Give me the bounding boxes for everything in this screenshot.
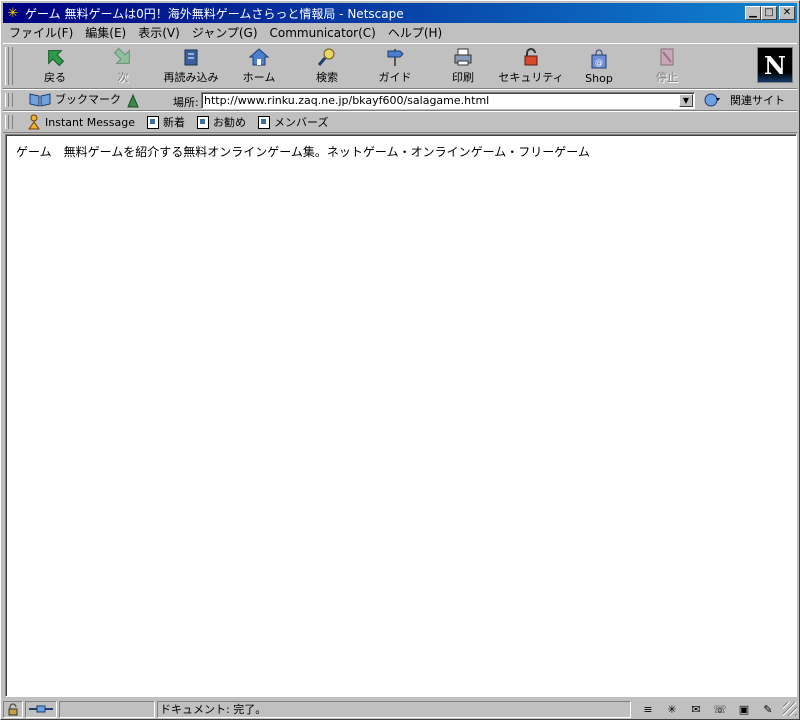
navigation-toolbar: 戻る 次 再読み込み ホーム 検索 ガイド 印刷 セキュリティ @ Shop 停… <box>3 43 797 89</box>
related-sites-button[interactable]: 関連サイト <box>703 92 785 108</box>
netscape-page-icon: ✳ <box>7 5 19 21</box>
stop-button[interactable]: 停止 <box>633 46 701 88</box>
personal-toolbar: Instant Message 新着 お勧め メンバーズ <box>3 111 797 133</box>
related-sites-label: 関連サイト <box>730 94 785 107</box>
home-button[interactable]: ホーム <box>225 46 293 88</box>
search-label: 検索 <box>316 71 338 84</box>
menu-help[interactable]: ヘルプ(H) <box>382 24 448 41</box>
bookmarks-button[interactable]: ブックマーク <box>29 91 121 107</box>
url-field[interactable]: http://www.rinku.zaq.ne.jp/bkayf600/sala… <box>201 92 695 109</box>
guide-signpost-icon <box>382 46 408 68</box>
minimize-button[interactable]: ▁ <box>745 6 761 20</box>
messenger-icon[interactable]: ✉ <box>687 702 705 716</box>
reload-icon <box>178 46 204 68</box>
component-bar: ≡ ✳ ✉ ☏ ▣ ✎ <box>635 702 781 716</box>
bookmark-page-icon <box>197 115 209 129</box>
connection-status-icon <box>25 700 57 718</box>
search-button[interactable]: 検索 <box>293 46 361 88</box>
bookmarks-label: ブックマーク <box>55 93 121 106</box>
menu-file[interactable]: ファイル(F) <box>3 24 79 41</box>
browser-window: ✳ ゲーム 無料ゲームは0円！海外無料ゲームさらっと情報局 - Netscape… <box>0 0 800 720</box>
toolbar-grip[interactable] <box>5 115 13 129</box>
menu-view[interactable]: 表示(V) <box>132 24 186 41</box>
security-label: セキュリティ <box>498 71 564 84</box>
menu-communicator[interactable]: Communicator(C) <box>264 26 382 40</box>
toolbar-grip[interactable] <box>5 47 13 85</box>
close-button[interactable]: ✕ <box>779 6 795 20</box>
members-bookmark-label: メンバーズ <box>274 116 329 129</box>
print-button[interactable]: 印刷 <box>429 46 497 88</box>
security-button[interactable]: セキュリティ <box>497 46 565 88</box>
stop-label: 停止 <box>656 71 678 84</box>
netscape-throbber-logo[interactable]: N <box>757 47 793 83</box>
back-label: 戻る <box>44 71 66 84</box>
home-label: ホーム <box>242 71 276 84</box>
composer-icon[interactable]: ✎ <box>759 702 777 716</box>
back-arrow-icon <box>42 46 68 68</box>
maximize-button[interactable]: □ <box>761 6 777 20</box>
printer-icon <box>450 46 476 68</box>
shop-label: Shop <box>585 72 613 85</box>
home-icon <box>246 46 272 68</box>
shop-button[interactable]: @ Shop <box>565 46 633 88</box>
toolbar-grip[interactable] <box>5 93 13 107</box>
stop-icon <box>654 46 680 68</box>
bookmark-page-icon <box>258 115 270 129</box>
status-bar: ドキュメント: 完了。 ≡ ✳ ✉ ☏ ▣ ✎ <box>3 699 797 719</box>
back-button[interactable]: 戻る <box>21 46 89 88</box>
guide-button[interactable]: ガイド <box>361 46 429 88</box>
menu-bar: ファイル(F) 編集(E) 表示(V) ジャンプ(G) Communicator… <box>3 23 797 42</box>
new-bookmark-link[interactable]: 新着 <box>147 114 185 130</box>
related-sites-icon <box>704 93 720 107</box>
shopping-bag-icon: @ <box>586 47 612 71</box>
new-bookmark-label: 新着 <box>163 116 185 129</box>
location-label: 場所: <box>173 96 199 109</box>
window-controls: ▁ □ ✕ <box>745 6 795 20</box>
forward-button[interactable]: 次 <box>89 46 157 88</box>
url-dropdown-icon[interactable]: ▼ <box>679 94 693 107</box>
forward-arrow-icon <box>110 46 136 68</box>
recommend-bookmark-link[interactable]: お勧め <box>197 114 246 130</box>
newsgroups-icon[interactable]: ☏ <box>711 702 729 716</box>
progress-bar <box>59 700 155 718</box>
menu-edit[interactable]: 編集(E) <box>79 24 132 41</box>
page-content-area[interactable]: ゲーム 無料ゲームを紹介する無料オンラインゲーム集。ネットゲーム・オンラインゲー… <box>5 134 797 697</box>
recommend-bookmark-label: お勧め <box>213 116 246 129</box>
page-proxy-icon[interactable] <box>125 93 141 109</box>
search-icon <box>314 46 340 68</box>
window-title: ゲーム 無料ゲームは0円！海外無料ゲームさらっと情報局 - Netscape <box>25 6 404 21</box>
bookmarks-book-icon <box>29 93 51 107</box>
members-bookmark-link[interactable]: メンバーズ <box>258 114 328 130</box>
page-text: ゲーム 無料ゲームを紹介する無料オンラインゲーム集。ネットゲーム・オンラインゲー… <box>16 145 590 159</box>
instant-message-person-icon <box>28 114 40 130</box>
print-label: 印刷 <box>452 71 474 84</box>
location-toolbar: ブックマーク 場所: http://www.rinku.zaq.ne.jp/bk… <box>3 89 797 111</box>
reload-button[interactable]: 再読み込み <box>157 46 225 88</box>
component-bar-grip-icon[interactable]: ≡ <box>639 702 657 716</box>
instant-message-label: Instant Message <box>45 115 135 129</box>
forward-label: 次 <box>117 71 129 84</box>
url-text[interactable]: http://www.rinku.zaq.ne.jp/bkayf600/sala… <box>202 94 679 107</box>
resize-grip[interactable] <box>783 702 797 716</box>
title-bar[interactable]: ✳ ゲーム 無料ゲームは0円！海外無料ゲームさらっと情報局 - Netscape… <box>3 3 797 23</box>
status-text: ドキュメント: 完了。 <box>157 700 631 718</box>
bookmark-page-icon <box>147 115 159 129</box>
padlock-icon <box>518 46 544 68</box>
address-book-icon[interactable]: ▣ <box>735 702 753 716</box>
reload-label: 再読み込み <box>163 71 219 84</box>
menu-jump[interactable]: ジャンプ(G) <box>186 24 264 41</box>
guide-label: ガイド <box>378 71 412 84</box>
security-lock-icon[interactable] <box>3 700 23 718</box>
svg-text:@: @ <box>595 58 603 67</box>
instant-message-button[interactable]: Instant Message <box>27 114 135 130</box>
navigator-icon[interactable]: ✳ <box>663 702 681 716</box>
